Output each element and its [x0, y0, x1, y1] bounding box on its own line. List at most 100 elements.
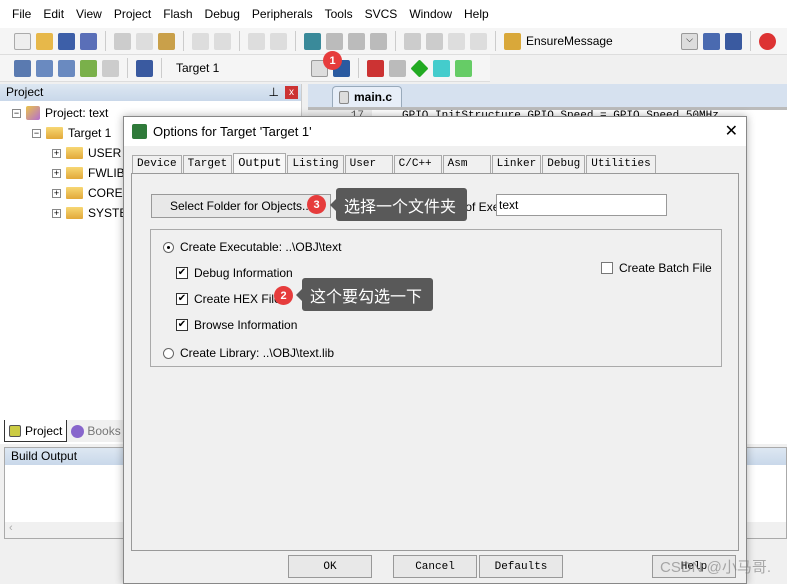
checkbox-unchecked[interactable]	[601, 262, 613, 274]
menu-flash[interactable]: Flash	[163, 7, 192, 21]
keil-logo-icon	[132, 124, 147, 139]
comment-icon[interactable]	[448, 32, 465, 50]
menu-help[interactable]: Help	[464, 7, 489, 21]
project-tab-icon	[9, 424, 21, 437]
tree-root-label: Project: text	[45, 106, 109, 120]
run-time-env-icon[interactable]	[455, 59, 472, 77]
download-icon[interactable]	[136, 59, 153, 77]
folder-icon	[66, 187, 83, 199]
incremental-find-icon[interactable]	[725, 32, 742, 50]
prev-bookmark-icon[interactable]	[326, 32, 343, 50]
pin-icon[interactable]: ⊥	[269, 84, 279, 101]
create-hex-file-checkbox[interactable]: ✔ Create HEX File	[176, 292, 281, 306]
defaults-button[interactable]: Defaults	[479, 555, 563, 578]
checkbox-checked[interactable]: ✔	[176, 267, 188, 279]
create-library-radio[interactable]: Create Library: ..\OBJ\text.lib	[163, 346, 334, 360]
tree-root[interactable]: − Project: text	[12, 106, 108, 120]
target-select[interactable]: Target 1	[176, 61, 306, 75]
tab-project[interactable]: Project	[4, 420, 68, 442]
bookmark-icon[interactable]	[304, 32, 321, 50]
file-icon	[339, 90, 349, 104]
project-panel-header: Project ⊥ x	[0, 84, 301, 101]
chevron-down-icon[interactable]: ⌵	[681, 32, 698, 50]
menu-debug[interactable]: Debug	[205, 7, 240, 21]
uncomment-icon[interactable]	[470, 32, 487, 50]
tab-listing[interactable]: Listing	[287, 155, 344, 174]
radio-selected[interactable]	[163, 241, 174, 253]
new-file-icon[interactable]	[14, 32, 31, 50]
paste-icon[interactable]	[158, 32, 175, 50]
undo-icon[interactable]	[192, 32, 209, 50]
create-batch-file-checkbox[interactable]: Create Batch File	[601, 261, 712, 275]
indent-icon[interactable]	[404, 32, 421, 50]
menu-tools[interactable]: Tools	[325, 7, 353, 21]
tab-linker[interactable]: Linker	[491, 155, 542, 174]
tab-books[interactable]: Books	[67, 420, 124, 442]
find-icon[interactable]	[703, 32, 720, 50]
forward-icon[interactable]	[270, 32, 287, 50]
pack-installer-icon[interactable]	[410, 58, 429, 78]
manage-components-icon[interactable]	[367, 59, 384, 77]
open-icon[interactable]	[36, 32, 53, 50]
menu-file[interactable]: File	[12, 7, 31, 21]
tab-user[interactable]: User	[344, 155, 393, 174]
create-batch-file-label: Create Batch File	[619, 261, 712, 275]
find-combo[interactable]: EnsureMessage	[526, 34, 676, 48]
back-icon[interactable]	[248, 32, 265, 50]
save-all-icon[interactable]	[80, 32, 97, 50]
tab-target[interactable]: Target	[182, 155, 233, 174]
tab-main-c-label: main.c	[354, 90, 393, 104]
close-icon[interactable]: x	[285, 86, 298, 99]
batch-build-icon[interactable]	[80, 59, 97, 77]
tree-target[interactable]: − Target 1	[32, 126, 111, 140]
tab-output[interactable]: Output	[233, 153, 287, 174]
translate-icon[interactable]	[14, 59, 31, 77]
badge-2: 2	[274, 286, 293, 305]
checkbox-checked[interactable]: ✔	[176, 293, 188, 305]
redo-icon[interactable]	[214, 32, 231, 50]
output-group: Create Executable: ..\OBJ\text ✔ Debug In…	[150, 229, 722, 367]
tab-cc[interactable]: C/C++	[393, 155, 442, 174]
build-icon[interactable]	[36, 59, 53, 77]
tab-asm[interactable]: Asm	[442, 155, 491, 174]
clear-bookmarks-icon[interactable]	[370, 32, 387, 50]
rebuild-icon[interactable]	[58, 59, 75, 77]
close-icon[interactable]: ✕	[725, 121, 738, 141]
checkbox-checked[interactable]: ✔	[176, 319, 188, 331]
menu-view[interactable]: View	[76, 7, 102, 21]
select-folder-button[interactable]: Select Folder for Objects...	[151, 194, 331, 218]
menu-svcs[interactable]: SVCS	[365, 7, 398, 21]
menu-project[interactable]: Project	[114, 7, 151, 21]
tab-device[interactable]: Device	[132, 155, 182, 174]
folder-icon	[66, 167, 83, 179]
cancel-button[interactable]: Cancel	[393, 555, 477, 578]
menu-window[interactable]: Window	[409, 7, 452, 21]
menu-peripherals[interactable]: Peripherals	[252, 7, 313, 21]
tab-debug[interactable]: Debug	[542, 155, 586, 174]
tooltip-create-hex: 这个要勾选一下	[296, 278, 433, 311]
browse-information-checkbox[interactable]: ✔ Browse Information	[176, 318, 297, 332]
create-executable-radio[interactable]: Create Executable: ..\OBJ\text	[163, 240, 341, 254]
unindent-icon[interactable]	[426, 32, 443, 50]
debug-session-icon[interactable]	[759, 32, 776, 50]
tree-group[interactable]: + CORE	[52, 186, 123, 200]
next-bookmark-icon[interactable]	[348, 32, 365, 50]
select-packs-icon[interactable]	[433, 59, 450, 77]
menu-edit[interactable]: Edit	[43, 7, 64, 21]
tab-utilities[interactable]: Utilities	[586, 155, 656, 174]
manage-project-items-icon[interactable]	[389, 59, 406, 77]
copy-icon[interactable]	[136, 32, 153, 50]
stop-build-icon[interactable]	[102, 59, 119, 77]
ok-button[interactable]: OK	[288, 555, 372, 578]
tree-group[interactable]: + FWLIB	[52, 166, 125, 180]
find-in-files-icon[interactable]	[504, 32, 521, 50]
radio-unselected[interactable]	[163, 347, 174, 359]
cut-icon[interactable]	[114, 32, 131, 50]
tree-target-label: Target 1	[68, 126, 112, 140]
debug-information-checkbox[interactable]: ✔ Debug Information	[176, 266, 293, 280]
save-icon[interactable]	[58, 32, 75, 50]
tree-group[interactable]: + USER	[52, 146, 121, 160]
tab-main-c[interactable]: main.c	[332, 86, 402, 107]
badge-1: 1	[323, 51, 342, 70]
name-of-executable-input[interactable]	[496, 194, 667, 216]
